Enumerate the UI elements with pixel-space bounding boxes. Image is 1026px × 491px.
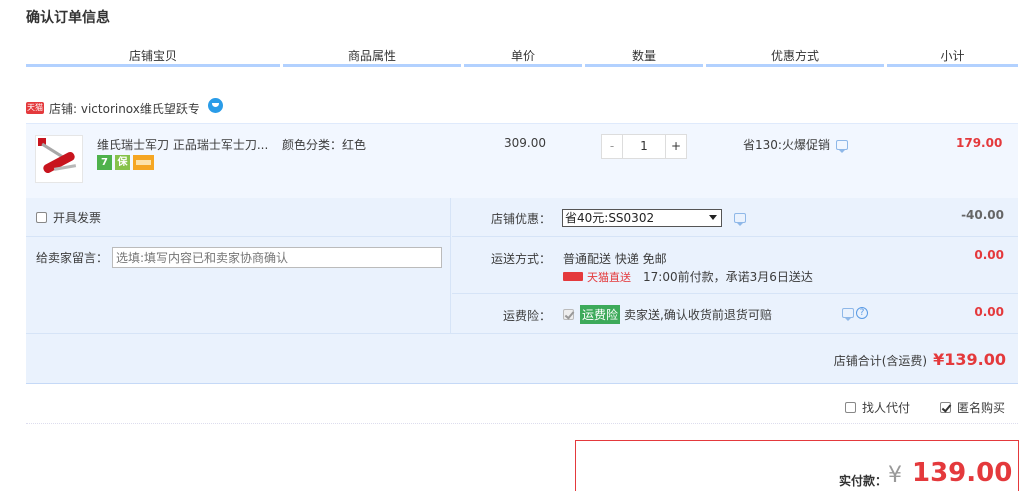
chat-icon[interactable] (207, 97, 223, 113)
truck-icon (563, 272, 583, 281)
seller-message-label: 给卖家留言： (36, 251, 109, 265)
seven-day-return-icon[interactable]: 7 (97, 155, 112, 170)
divider (452, 293, 1018, 294)
guarantee-icon[interactable]: 保 (115, 155, 130, 170)
service-icons: 7 保 (97, 155, 157, 170)
tmall-direct-badge: 天猫直送 (563, 269, 631, 285)
page-title: 确认订单信息 (26, 10, 110, 26)
coupon-amount: -40.00 (961, 208, 1004, 222)
buyer-options: 开具发票 给卖家留言： (26, 198, 451, 333)
proxy-pay-option: 找人代付 (845, 399, 910, 416)
promotion: 省130:火爆促销 (743, 136, 848, 153)
help-icon[interactable]: ? (856, 307, 868, 319)
currency-symbol: ¥ (888, 463, 902, 488)
shipping-eta: 17:00前付款，承诺3月6日送达 (643, 270, 813, 284)
divider (26, 236, 451, 237)
order-details-panel: 开具发票 给卖家留言： 店铺优惠： 省40元:SS0302 -40.00 运送方… (26, 198, 1018, 384)
invoice-option: 开具发票 (36, 209, 101, 226)
comment-icon[interactable] (842, 308, 854, 321)
shipping-eta-row: 天猫直送 17:00前付款，承诺3月6日送达 (563, 268, 813, 285)
invoice-checkbox[interactable] (36, 212, 47, 223)
table-header: 店铺宝贝 商品属性 单价 数量 优惠方式 小计 (26, 46, 1018, 70)
shipping-label: 运送方式： (490, 252, 551, 266)
quantity-increase-button[interactable]: + (665, 134, 687, 159)
item-subtotal: 179.00 (956, 136, 1003, 150)
coupon-selected-value: 省40元:SS0302 (565, 211, 655, 225)
coupon-label: 店铺优惠： (490, 212, 551, 226)
anonymous-checkbox[interactable] (940, 402, 951, 413)
promotion-label: 省130:火爆促销 (743, 138, 830, 152)
payment-amount: 139.00 (912, 458, 1013, 488)
column-header-subtotal: 小计 (887, 46, 1018, 67)
divider (26, 333, 1018, 334)
shipping-amount: 0.00 (974, 248, 1004, 262)
insurance-description: 卖家送,确认收货前退货可赔 (624, 308, 772, 322)
payment-summary: 实付款： ¥ 139.00 (575, 440, 1019, 491)
seller-message-input[interactable] (112, 247, 443, 268)
product-attribute: 颜色分类：红色 (282, 138, 367, 152)
coupon-select[interactable]: 省40元:SS0302 (562, 209, 722, 227)
column-header-unit-price: 单价 (464, 46, 582, 67)
chevron-down-icon (709, 215, 717, 220)
insurance-option: 运费险 卖家送,确认收货前退货可赔 (563, 305, 772, 324)
product-title-link[interactable]: 维氏瑞士军刀 正品瑞士军士刀... (97, 136, 272, 153)
product-thumbnail[interactable] (35, 135, 83, 183)
column-header-attributes: 商品属性 (283, 46, 461, 67)
column-header-quantity: 数量 (585, 46, 703, 67)
insurance-label: 运费险： (502, 309, 551, 323)
anonymous-label: 匿名购买 (957, 401, 1006, 415)
quantity-decrease-button[interactable]: - (601, 134, 623, 159)
proxy-pay-checkbox[interactable] (845, 402, 856, 413)
insurance-amount: 0.00 (974, 305, 1004, 319)
unit-price: 309.00 (504, 136, 546, 150)
shipping-method: 普通配送 快递 免邮 (563, 252, 667, 266)
shop-total: 店铺合计(含运费) ¥139.00 (834, 350, 1006, 369)
insurance-checkbox[interactable] (563, 309, 574, 320)
shop-total-value: ¥139.00 (933, 350, 1006, 369)
tmall-direct-label: 天猫直送 (587, 270, 631, 284)
order-options: 找人代付 匿名购买 (26, 387, 1018, 424)
credit-card-icon[interactable] (133, 155, 154, 170)
shop-total-label: 店铺合计(含运费) (833, 354, 928, 368)
comment-icon[interactable] (734, 213, 746, 226)
quantity-stepper: - 1 + (601, 134, 687, 159)
quantity-input[interactable]: 1 (623, 134, 665, 159)
shop-line: 天猫 店铺: victorinox维氏望跃专 (26, 97, 223, 117)
order-item-row: 维氏瑞士军刀 正品瑞士军士刀... 7 保 颜色分类：红色 309.00 - 1… (26, 123, 1018, 198)
comment-icon[interactable] (835, 139, 848, 153)
seller-message: 给卖家留言： (36, 247, 443, 268)
tmall-icon: 天猫 (26, 102, 44, 114)
invoice-label: 开具发票 (53, 211, 102, 225)
divider (452, 236, 1018, 237)
payment-label: 实付款： (839, 474, 888, 488)
insurance-badge: 运费险 (580, 305, 621, 324)
insurance-help: ? (842, 307, 868, 321)
shop-link[interactable]: 店铺: victorinox维氏望跃专 (49, 100, 200, 117)
column-header-discount: 优惠方式 (706, 46, 884, 67)
anonymous-option: 匿名购买 (940, 399, 1005, 416)
column-header-items: 店铺宝贝 (26, 46, 280, 67)
proxy-pay-label: 找人代付 (862, 401, 911, 415)
